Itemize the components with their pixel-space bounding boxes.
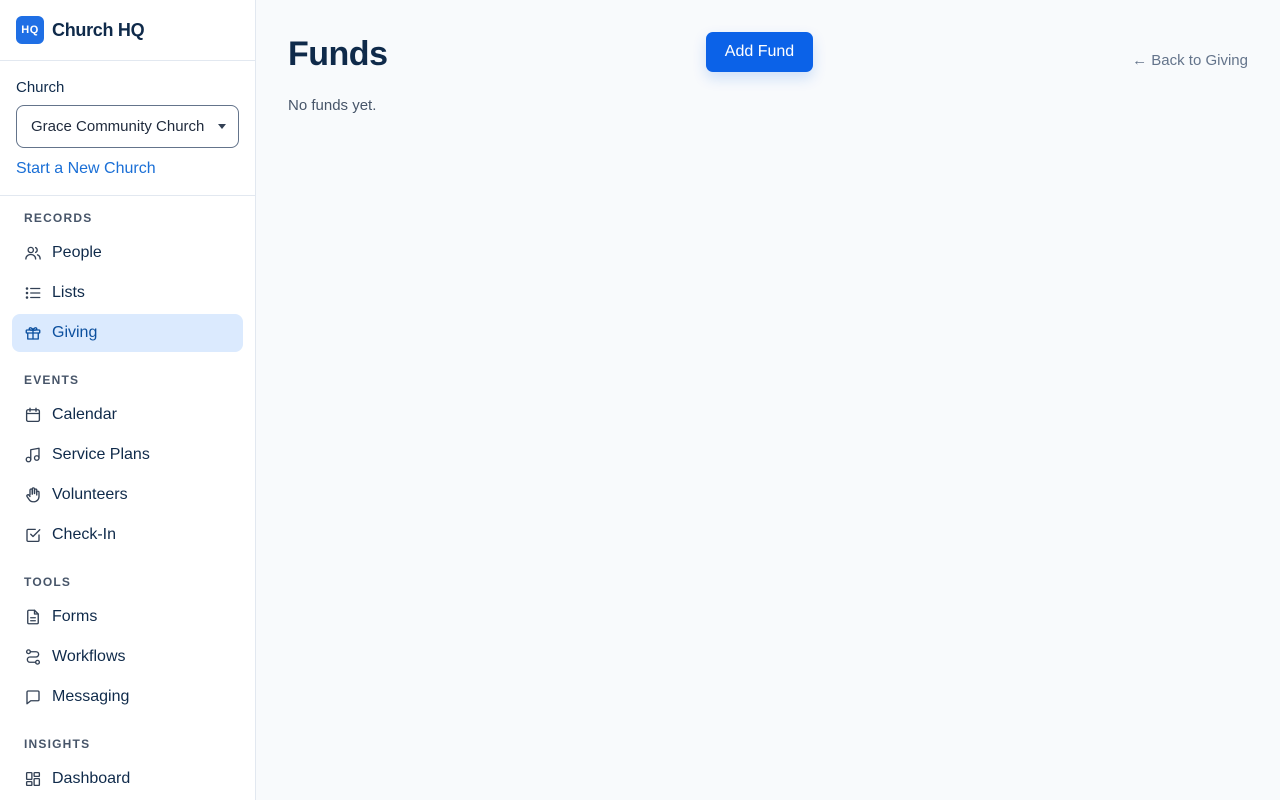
sidebar-item-lists[interactable]: Lists [12,274,243,312]
sidebar-item-service-plans[interactable]: Service Plans [12,436,243,474]
route-icon [24,648,42,666]
sidebar-item-label: People [52,244,102,261]
sidebar-item-label: Forms [52,608,98,625]
sidebar-item-label: Volunteers [52,486,128,503]
sidebar-item-label: Messaging [52,688,130,705]
sidebar-item-giving[interactable]: Giving [12,314,243,352]
sidebar-item-forms[interactable]: Forms [12,598,243,636]
document-icon [24,608,42,626]
nav-section-records: RECORDS [24,211,93,225]
sidebar-item-check-in[interactable]: Check-In [12,516,243,554]
calendar-icon [24,406,42,424]
brand-logo: HQ [16,16,44,44]
main-content: Funds Add Fund ← Back to Giving No funds… [256,0,1280,800]
sidebar-item-dashboard[interactable]: Dashboard [12,760,243,798]
sidebar-item-label: Giving [52,324,98,341]
sidebar-item-label: Workflows [52,648,126,665]
church-select[interactable]: Grace Community Church [16,105,239,148]
sidebar: HQ Church HQ Church Grace Community Chur… [0,0,256,800]
sidebar-item-people[interactable]: People [12,234,243,272]
brand-header[interactable]: HQ Church HQ [0,0,255,61]
church-section: Church Grace Community Church Start a Ne… [0,61,255,196]
sidebar-item-label: Calendar [52,406,117,423]
sidebar-nav: RECORDS People Lists Giving EVENTS Calen… [0,210,255,798]
nav-section-tools: TOOLS [24,575,72,589]
music-icon [24,446,42,464]
sidebar-item-label: Check-In [52,526,117,543]
page-title: Funds [288,35,388,73]
message-icon [24,688,42,706]
nav-section-events: EVENTS [24,373,80,387]
sidebar-item-workflows[interactable]: Workflows [12,638,243,676]
empty-state-text: No funds yet. [288,97,377,114]
brand-name: Church HQ [52,19,145,40]
add-fund-button[interactable]: Add Fund [706,32,813,72]
gift-icon [24,324,42,342]
sidebar-item-messaging[interactable]: Messaging [12,678,243,716]
dashboard-icon [24,770,42,788]
sidebar-item-label: Service Plans [52,446,150,463]
back-to-giving-link[interactable]: ← Back to Giving [1132,52,1248,69]
users-icon [24,244,42,262]
hand-icon [24,486,42,504]
nav-section-insights: INSIGHTS [24,737,91,751]
sidebar-item-label: Lists [52,284,85,301]
church-select-value: Grace Community Church [31,118,205,135]
sidebar-item-label: Dashboard [52,770,131,787]
sidebar-item-volunteers[interactable]: Volunteers [12,476,243,514]
start-new-church-link[interactable]: Start a New Church [16,160,239,178]
list-icon [24,284,42,302]
sidebar-item-calendar[interactable]: Calendar [12,396,243,434]
caret-down-icon [218,124,226,129]
checkbox-icon [24,526,42,544]
church-label: Church [16,79,65,96]
